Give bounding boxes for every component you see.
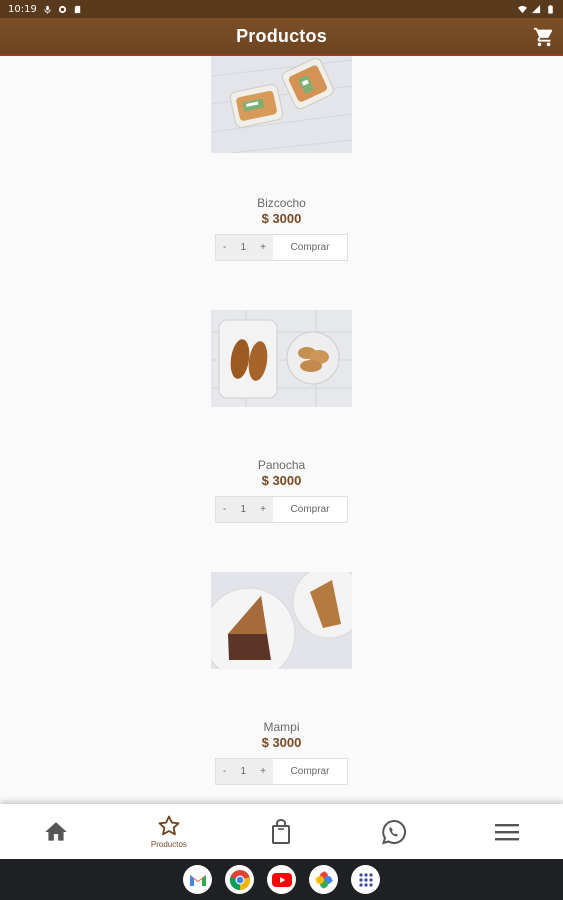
product-card: Panocha $ 3000 - 1 + Comprar xyxy=(0,270,563,532)
product-name: Bizcocho xyxy=(257,196,306,210)
nav-label-products: Productos xyxy=(150,840,187,849)
page-title: Productos xyxy=(236,25,327,46)
product-controls: - 1 + Comprar xyxy=(215,496,348,523)
whatsapp-icon xyxy=(382,819,407,844)
star-icon xyxy=(158,815,180,836)
buy-button[interactable]: Comprar xyxy=(273,497,347,522)
product-list: Bizcocho $ 3000 - 1 + Comprar Panocha $ … xyxy=(0,56,563,804)
product-controls: - 1 + Comprar xyxy=(215,234,348,261)
buy-button[interactable]: Comprar xyxy=(273,235,347,260)
quantity-stepper: - 1 + xyxy=(216,235,273,260)
nav-home[interactable] xyxy=(0,804,113,859)
decrement-button[interactable]: - xyxy=(223,242,226,253)
status-bar: 10:19 xyxy=(0,0,563,18)
product-image[interactable] xyxy=(211,310,352,407)
nav-products[interactable]: Productos xyxy=(113,804,226,859)
buy-button[interactable]: Comprar xyxy=(273,759,347,784)
product-card: Mampi $ 3000 - 1 + Comprar xyxy=(0,532,563,794)
sd-card-icon xyxy=(74,5,81,13)
gmail-icon[interactable] xyxy=(183,865,212,894)
decrement-button[interactable]: - xyxy=(223,766,226,777)
app-bar: Productos xyxy=(0,18,563,56)
youtube-icon[interactable] xyxy=(267,865,296,894)
sync-icon xyxy=(58,5,66,13)
nav-menu[interactable] xyxy=(450,804,563,859)
decrement-button[interactable]: - xyxy=(223,504,226,515)
mic-icon xyxy=(44,5,51,14)
increment-button[interactable]: + xyxy=(260,766,266,777)
product-controls: - 1 + Comprar xyxy=(215,758,348,785)
photos-icon[interactable] xyxy=(309,865,338,894)
product-card: Bizcocho $ 3000 - 1 + Comprar xyxy=(0,56,563,270)
wifi-icon xyxy=(518,5,527,13)
bottom-nav: Productos xyxy=(0,804,563,859)
cart-icon[interactable] xyxy=(533,26,555,48)
quantity-value: 1 xyxy=(240,242,247,253)
bag-icon xyxy=(272,818,291,844)
quantity-value: 1 xyxy=(240,504,247,515)
product-name: Panocha xyxy=(257,458,306,472)
signal-icon xyxy=(532,4,541,13)
nav-bag[interactable] xyxy=(225,804,338,859)
product-image[interactable] xyxy=(211,572,352,669)
app-drawer-icon[interactable] xyxy=(351,865,380,894)
battery-icon xyxy=(548,4,553,14)
system-dock xyxy=(0,859,563,900)
product-price: $ 3000 xyxy=(261,473,302,488)
quantity-value: 1 xyxy=(240,766,247,777)
product-image[interactable] xyxy=(211,56,352,153)
nav-whatsapp[interactable] xyxy=(338,804,451,859)
menu-icon xyxy=(494,823,519,840)
product-name: Mampi xyxy=(263,720,300,734)
home-icon xyxy=(45,821,68,841)
product-price: $ 3000 xyxy=(261,211,302,226)
quantity-stepper: - 1 + xyxy=(216,759,273,784)
product-price: $ 3000 xyxy=(261,735,302,750)
status-time: 10:19 xyxy=(8,3,37,15)
chrome-icon[interactable] xyxy=(225,865,254,894)
increment-button[interactable]: + xyxy=(260,504,266,515)
quantity-stepper: - 1 + xyxy=(216,497,273,522)
increment-button[interactable]: + xyxy=(260,242,266,253)
